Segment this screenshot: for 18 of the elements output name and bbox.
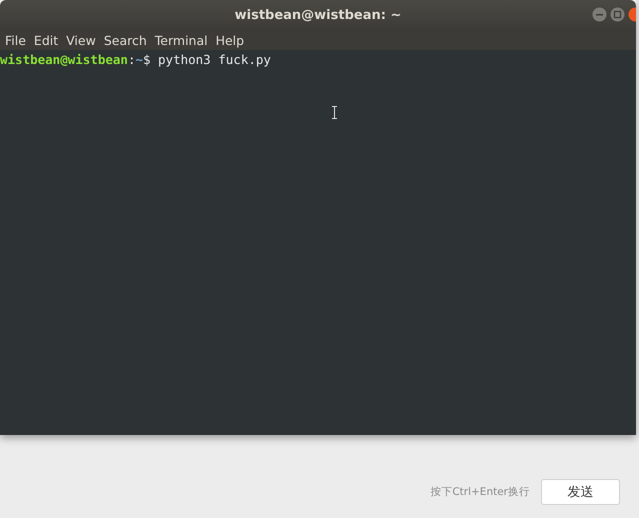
menu-item[interactable]: Help bbox=[212, 32, 248, 48]
send-button[interactable]: 发送 bbox=[541, 479, 620, 505]
menu-item[interactable]: File bbox=[2, 32, 29, 48]
minimize-icon[interactable] bbox=[592, 7, 607, 22]
prompt-symbol: $ bbox=[143, 52, 151, 67]
prompt-path: ~ bbox=[135, 52, 143, 67]
menu-item[interactable]: Edit bbox=[30, 32, 62, 48]
menu-item[interactable]: Terminal bbox=[152, 32, 211, 48]
close-icon[interactable] bbox=[628, 7, 636, 22]
prompt-user: wistbean@wistbean bbox=[0, 52, 128, 67]
prompt-separator: : bbox=[128, 52, 136, 67]
command-text: python3 fuck.py bbox=[158, 52, 271, 67]
menu-item[interactable]: Search bbox=[100, 32, 150, 48]
maximize-icon[interactable] bbox=[610, 7, 625, 22]
shortcut-hint: 按下Ctrl+Enter换行 bbox=[430, 485, 530, 499]
text-cursor-icon bbox=[331, 106, 338, 119]
menu-item[interactable]: View bbox=[63, 32, 99, 48]
window-title: wistbean@wistbean: ~ bbox=[234, 8, 402, 22]
